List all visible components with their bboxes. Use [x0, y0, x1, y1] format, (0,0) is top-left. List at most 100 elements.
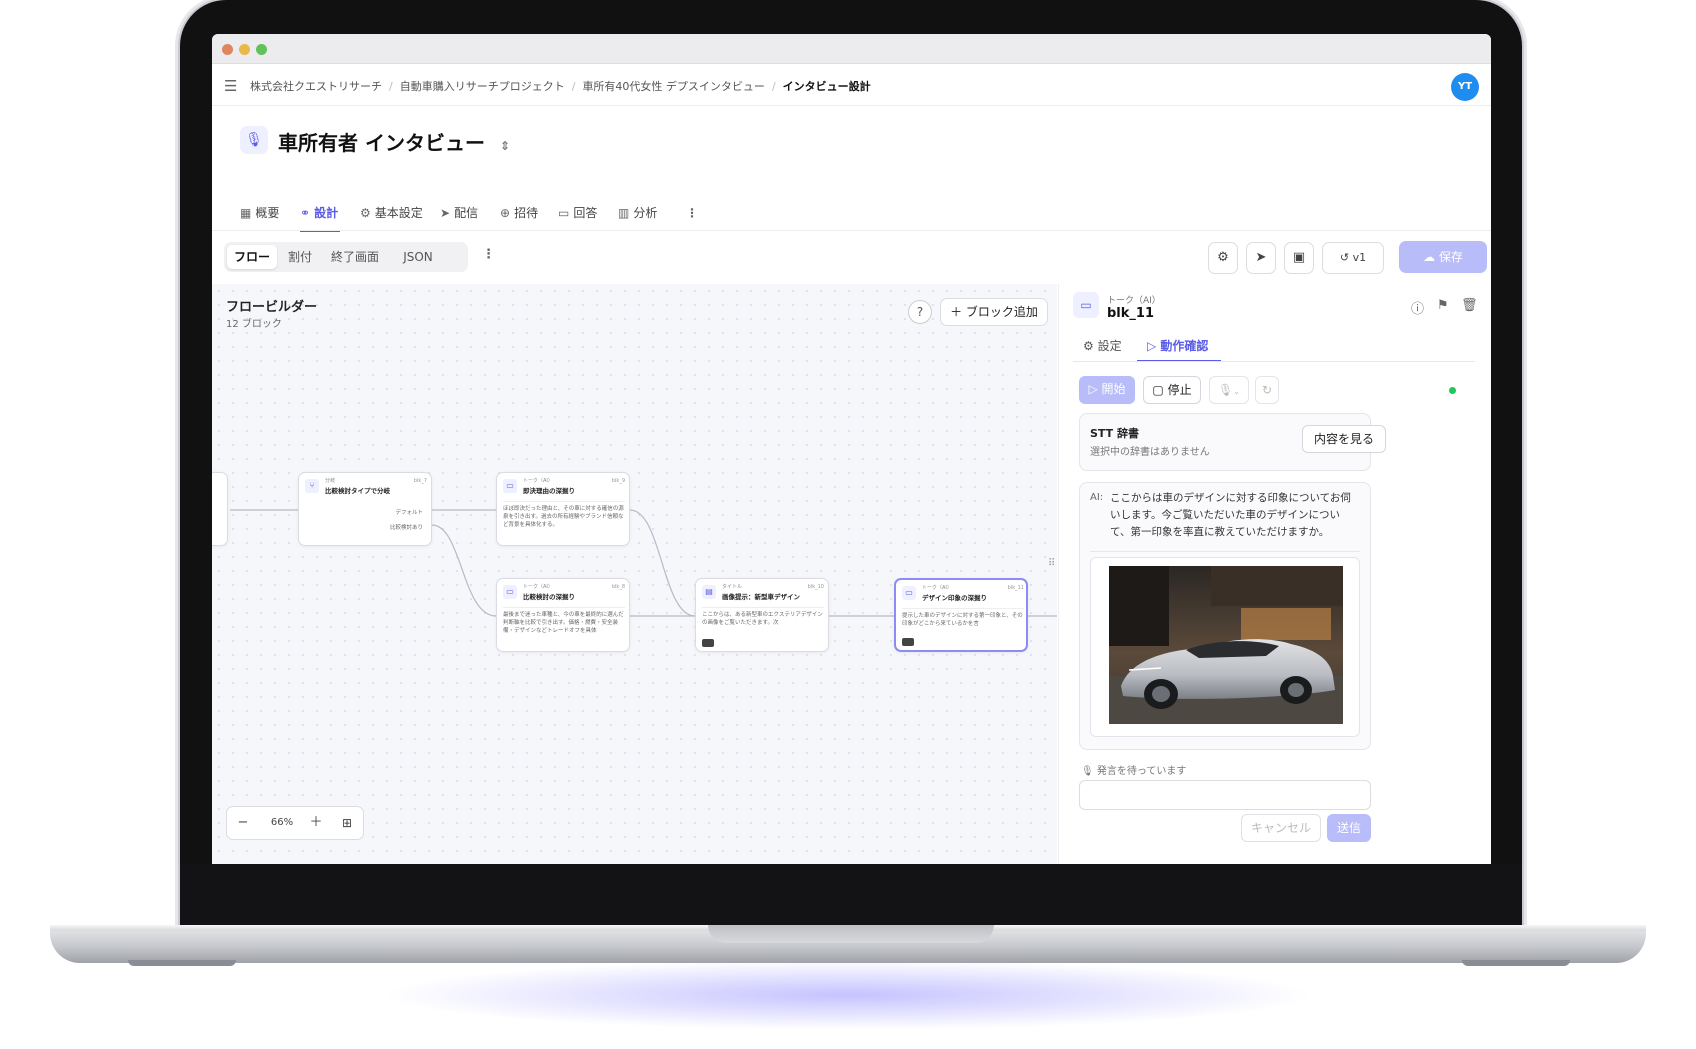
tab-overview[interactable]: ▦ 概要 [240, 200, 279, 232]
message-divider [1090, 551, 1360, 552]
grid-icon: ▦ [240, 206, 252, 220]
app-header: ☰ 株式会社クエストリサーチ / 自動車購入リサーチプロジェクト / 車所有40代女性 … [212, 64, 1491, 106]
close-window-button[interactable] [222, 44, 233, 55]
node-title: 比較検討の深掘り [523, 593, 575, 601]
panel-tab-test[interactable]: ▷ 動作確認 [1137, 334, 1221, 362]
tab-responses[interactable]: ▭ 回答 [558, 200, 597, 232]
bar-chart-icon: ▥ [618, 206, 630, 220]
flow-node-branch[interactable]: ⑂ 分岐 blk_7 比較検討タイプで分岐 デフォルト 比較検討あり [298, 472, 432, 546]
tab-distribution[interactable]: ➤ 配信 [440, 200, 478, 232]
node-id: blk_11 [1007, 585, 1024, 591]
laptop-foot-left [128, 960, 236, 966]
stt-dictionary-card: STT 辞書 選択中の辞書はありません 内容を見る [1079, 413, 1386, 471]
laptop-bezel-bottom [180, 864, 1522, 930]
cancel-button[interactable]: キャンセル [1241, 814, 1321, 842]
segment-more-icon[interactable]: ⋮ [482, 247, 495, 262]
segment-json[interactable]: JSON [392, 245, 444, 269]
window-titlebar [212, 34, 1491, 64]
flow-node-partial[interactable] [212, 472, 228, 546]
bot-test-button[interactable]: ▣ [1284, 242, 1314, 274]
trash-icon[interactable]: 🗑 [1461, 298, 1478, 313]
send-icon: ➤ [1255, 250, 1267, 265]
mic-icon: 🎙 [240, 126, 268, 154]
ai-message: ここからは車のデザインに対する印象についてお伺いします。今ご覧いただいた車のデザ… [1110, 492, 1351, 538]
tab-design[interactable]: ⚭ 設計 [300, 200, 340, 232]
stop-icon: ▢ [1152, 383, 1164, 397]
mic-icon: 🎙 [1081, 766, 1094, 777]
node-kind: トーク（AI） [922, 585, 952, 591]
tab-invite[interactable]: ⊕ 招待 [500, 200, 538, 232]
save-button[interactable]: ☁ 保存 [1399, 241, 1487, 273]
view-dictionary-button[interactable]: 内容を見る [1302, 425, 1386, 453]
help-icon[interactable]: ⓘ [1411, 298, 1424, 317]
page-title: 車所有者 インタビュー ⇕ [278, 131, 510, 155]
reset-icon[interactable]: ↻ [1255, 376, 1279, 404]
chat-icon: ▭ [1073, 292, 1099, 318]
status-indicator [1449, 387, 1456, 394]
more-menu-icon[interactable]: ⋮ [686, 200, 698, 232]
app-screen: ☰ 株式会社クエストリサーチ / 自動車購入リサーチプロジェクト / 車所有40代女性 … [212, 34, 1491, 864]
connector [629, 509, 696, 617]
panel-resize-handle[interactable]: ⠿ [1048, 558, 1055, 569]
breadcrumb-item[interactable]: 車所有40代女性 デプスインタビュー [582, 80, 765, 93]
switcher-chevron-icon[interactable]: ⇕ [500, 139, 510, 153]
mic-icon: 🎙 [1218, 383, 1234, 397]
maximize-window-button[interactable] [256, 44, 267, 55]
node-title: 画像提示：新型車デザイン [722, 593, 800, 601]
settings-gear-button[interactable]: ⚙ [1208, 242, 1238, 274]
laptop-glow [380, 960, 1316, 1030]
flow-node-talk[interactable]: ▭ トーク（AI） blk_8 比較検討の深掘り 最後まで迷った車種と、今の車を… [496, 578, 630, 652]
breadcrumb: 株式会社クエストリサーチ / 自動車購入リサーチプロジェクト / 車所有40代女性 デプ… [250, 80, 871, 93]
minimize-window-button[interactable] [239, 44, 250, 55]
chevron-down-icon: ⌄ [1233, 387, 1240, 396]
send-button[interactable]: 送信 [1327, 814, 1371, 842]
segment-flow[interactable]: フロー [227, 245, 277, 269]
flow-connectors [230, 509, 1057, 617]
menu-icon[interactable]: ☰ [224, 77, 237, 95]
save-label: 保存 [1438, 250, 1463, 264]
play-icon: ▷ [1147, 339, 1157, 353]
gear-icon: ⚙ [360, 206, 371, 220]
laptop-foot-right [1462, 960, 1570, 966]
publish-send-button[interactable]: ➤ [1246, 242, 1276, 274]
panel-tab-settings[interactable]: ⚙ 設定 [1083, 334, 1122, 362]
laptop-notch [708, 925, 994, 943]
flow-node-talk[interactable]: ▭ トーク（AI） blk_9 即決理由の深掘り ほぼ即決だった理由と、その車に… [496, 472, 630, 546]
tab-basic-settings[interactable]: ⚙ 基本設定 [360, 200, 423, 232]
segment-allocation[interactable]: 割付 [280, 245, 320, 269]
fit-view-icon[interactable]: ⊞ [331, 807, 363, 839]
flow-canvas[interactable]: フロービルダー 12 ブロック ? ＋ ブロック追加 ⑂ 分岐 blk_7 比較… [212, 284, 1057, 864]
chat-preview: AI: ここからは車のデザインに対する印象についてお伺いします。今ご覧いただいた… [1079, 482, 1371, 750]
stop-button[interactable]: ▢ 停止 [1143, 376, 1201, 404]
segment-end-screen[interactable]: 終了画面 [324, 245, 386, 269]
car-image-card [1090, 557, 1360, 737]
panel-block-kind: トーク（AI） [1107, 296, 1161, 306]
node-title: 比較検討タイプで分岐 [325, 487, 390, 495]
panel-block-id: blk_11 [1107, 306, 1154, 321]
image-thumbnail [902, 638, 914, 646]
breadcrumb-item[interactable]: 株式会社クエストリサーチ [250, 80, 382, 93]
start-button[interactable]: ▷ 開始 [1079, 376, 1135, 404]
design-icon: ⚭ [300, 206, 311, 220]
version-history-button[interactable]: ↺ v1 [1322, 242, 1384, 274]
stt-description: 選択中の辞書はありません [1090, 447, 1210, 458]
zoom-out-button[interactable]: − [227, 807, 259, 839]
branch-default: デフォルト [395, 510, 423, 516]
zoom-in-button[interactable]: ＋ [301, 807, 331, 839]
tab-analysis[interactable]: ▥ 分析 [618, 200, 657, 232]
flag-icon[interactable]: ⚑ [1437, 298, 1449, 313]
node-title: デザイン印象の深掘り [922, 594, 987, 602]
image-thumbnail [702, 639, 714, 647]
car-image [1109, 566, 1343, 724]
user-plus-icon: ⊕ [500, 206, 511, 220]
flow-node-talk-selected[interactable]: ▭ トーク（AI） blk_11 デザイン印象の深掘り 提示した車のデザインに対… [894, 578, 1028, 652]
send-icon: ➤ [440, 206, 451, 220]
message-input[interactable] [1079, 780, 1371, 810]
breadcrumb-item[interactable]: 自動車購入リサーチプロジェクト [400, 80, 565, 93]
user-avatar[interactable]: YT [1451, 73, 1479, 101]
node-body: 最後まで迷った車種と、今の車を最終的に選んだ判断軸を比較で引き出す。価格・燃費・… [503, 607, 625, 635]
microphone-select[interactable]: 🎙⌄ [1209, 376, 1249, 404]
flow-node-title[interactable]: ▤ タイトル blk_10 画像提示：新型車デザイン ここからは、ある新型車のエ… [695, 578, 829, 652]
ai-prefix: AI: [1090, 492, 1104, 503]
stt-title: STT 辞書 [1090, 427, 1140, 440]
